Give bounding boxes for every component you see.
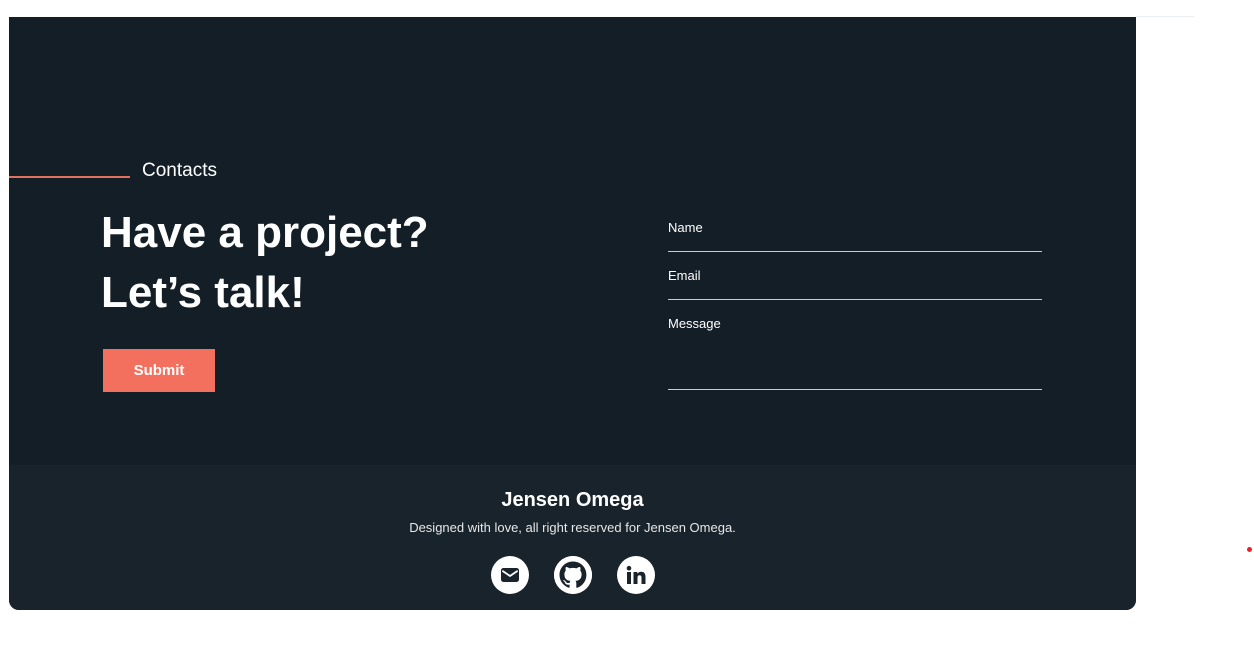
linkedin-icon	[626, 565, 646, 584]
name-field[interactable]: Name	[668, 215, 1042, 252]
message-label: Message	[668, 316, 721, 331]
mail-link[interactable]	[491, 556, 529, 594]
mail-icon	[501, 568, 519, 582]
footer: Jensen Omega Designed with love, all rig…	[9, 465, 1136, 610]
message-field[interactable]: Message	[668, 311, 1042, 390]
top-divider	[1136, 16, 1194, 17]
section-label: Contacts	[142, 160, 217, 181]
contact-section: Contacts Have a project? Let’s talk! Sub…	[9, 17, 1136, 465]
headline-line-2: Let’s talk!	[101, 268, 305, 317]
submit-button[interactable]: Submit	[103, 349, 215, 392]
name-label: Name	[668, 220, 703, 235]
page-frame: Contacts Have a project? Let’s talk! Sub…	[9, 17, 1136, 610]
headline-line-1: Have a project?	[101, 208, 429, 257]
github-icon	[554, 556, 592, 594]
headline: Have a project? Let’s talk!	[101, 203, 429, 323]
footer-name: Jensen Omega	[501, 489, 644, 511]
social-links	[491, 556, 655, 594]
github-link[interactable]	[554, 556, 592, 594]
email-label: Email	[668, 268, 701, 283]
footer-tagline: Designed with love, all right reserved f…	[409, 520, 736, 535]
red-dot	[1247, 547, 1252, 552]
email-field[interactable]: Email	[668, 263, 1042, 300]
linkedin-link[interactable]	[617, 556, 655, 594]
section-accent-line	[9, 176, 130, 178]
